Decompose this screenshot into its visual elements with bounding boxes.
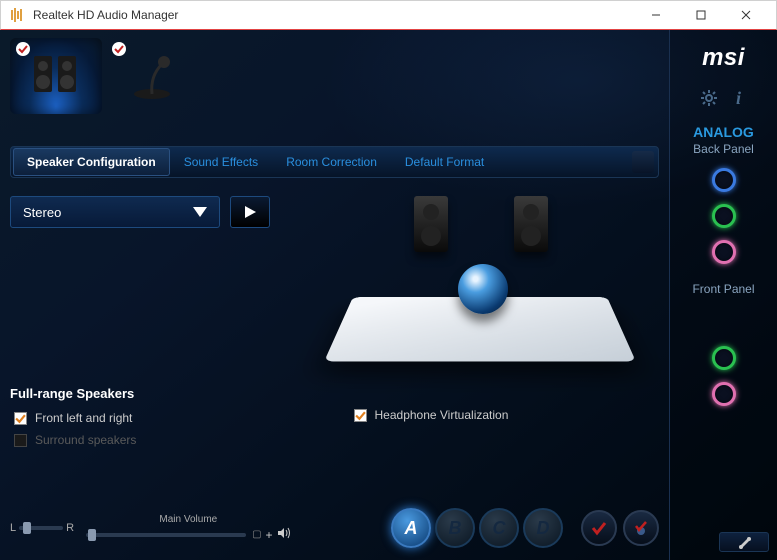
balance-slider[interactable]: L R — [10, 522, 74, 534]
speakers-icon — [28, 52, 84, 100]
dropdown-value: Stereo — [23, 205, 61, 220]
balance-L: L — [10, 522, 16, 534]
tab-default-format[interactable]: Default Format — [391, 148, 498, 176]
jack-front-out[interactable] — [712, 346, 736, 370]
full-range-title: Full-range Speakers — [10, 386, 320, 401]
jack-line-in[interactable] — [712, 168, 736, 192]
checkbox-label: Front left and right — [35, 411, 132, 425]
window-titlebar: Realtek HD Audio Manager — [0, 0, 777, 30]
device-speakers[interactable] — [10, 38, 102, 114]
content: Stereo Full-range Speakers — [10, 196, 659, 550]
jack-mic[interactable] — [712, 240, 736, 264]
info-button[interactable]: i — [729, 88, 749, 108]
check-icon — [16, 42, 30, 56]
tab-row: Speaker Configuration Sound Effects Room… — [10, 146, 659, 178]
test-play-button[interactable] — [230, 196, 270, 228]
minimize-button[interactable] — [633, 1, 678, 29]
volume-up-icon[interactable] — [277, 527, 291, 542]
back-panel-jacks — [712, 168, 736, 264]
stage-speaker-left[interactable] — [414, 196, 448, 252]
front-panel-label: Front Panel — [692, 282, 754, 296]
device-tabs — [10, 38, 659, 116]
analog-title: ANALOG — [693, 124, 754, 140]
channel-dropdown[interactable]: Stereo — [10, 196, 220, 228]
balance-R: R — [66, 522, 74, 534]
volume-down-icon[interactable]: ▢ — [252, 529, 261, 540]
check-icon — [591, 520, 607, 536]
checkbox-label: Surround speakers — [35, 433, 136, 447]
gear-icon — [700, 89, 718, 107]
preset-d[interactable]: D — [523, 508, 563, 548]
stage-speaker-right[interactable] — [514, 196, 548, 252]
maximize-button[interactable] — [678, 1, 723, 29]
main-panel: Speaker Configuration Sound Effects Room… — [0, 30, 669, 560]
main-volume: Main Volume ▢ + — [86, 514, 290, 542]
apply-button[interactable] — [581, 510, 617, 546]
checkbox-headphone-virt[interactable]: Headphone Virtualization — [350, 408, 660, 422]
footer-row: L R Main Volume ▢ + A — [10, 504, 659, 552]
close-button[interactable] — [723, 1, 768, 29]
main-volume-label: Main Volume — [159, 514, 217, 525]
check-icon — [112, 42, 126, 56]
brand-logo: msi — [702, 44, 745, 72]
play-icon — [243, 205, 257, 219]
back-panel-label: Back Panel — [693, 142, 754, 156]
preset-buttons: A B C D — [391, 508, 563, 548]
preset-c[interactable]: C — [479, 508, 519, 548]
settings-button[interactable] — [699, 88, 719, 108]
tab-speaker-config[interactable]: Speaker Configuration — [13, 148, 170, 176]
connector-settings-button[interactable] — [719, 532, 769, 552]
tab-sound-effects[interactable]: Sound Effects — [170, 148, 273, 176]
options-area: Full-range Speakers Front left and right… — [10, 386, 659, 455]
checkbox-front-lr[interactable]: Front left and right — [10, 411, 320, 425]
preset-b[interactable]: B — [435, 508, 475, 548]
wrench-icon — [737, 535, 751, 549]
app-body: Speaker Configuration Sound Effects Room… — [0, 30, 777, 560]
jack-line-out[interactable] — [712, 204, 736, 228]
microphone-icon — [124, 52, 180, 100]
app-icon — [9, 7, 25, 23]
device-microphone[interactable] — [106, 38, 198, 114]
window-title: Realtek HD Audio Manager — [33, 8, 178, 22]
speaker-stage — [340, 186, 630, 386]
front-panel-jacks — [712, 346, 736, 406]
chevron-down-icon — [193, 205, 207, 220]
preset-a[interactable]: A — [391, 508, 431, 548]
volume-slider[interactable] — [86, 533, 246, 537]
volume-plus-icon[interactable]: + — [266, 528, 273, 542]
side-panel: msi i ANALOG Back Panel Front Panel — [669, 30, 777, 560]
check-disc-icon — [633, 520, 649, 536]
listener-sphere — [458, 264, 508, 314]
jack-front-mic[interactable] — [712, 382, 736, 406]
tab-room-correction[interactable]: Room Correction — [272, 148, 391, 176]
checkbox-label: Headphone Virtualization — [375, 408, 509, 422]
checkbox-surround: Surround speakers — [10, 433, 320, 447]
save-button[interactable] — [623, 510, 659, 546]
